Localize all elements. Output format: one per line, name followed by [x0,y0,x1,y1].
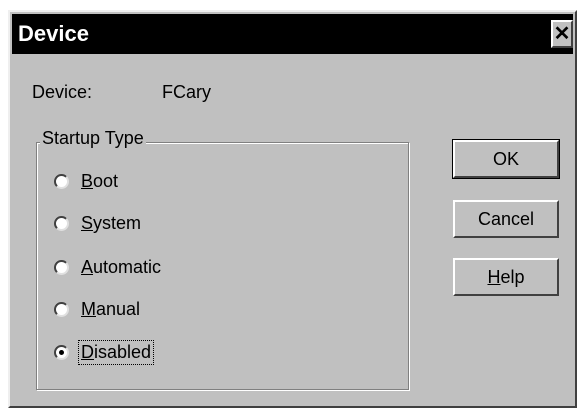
ok-button[interactable]: OK [452,139,560,179]
window-title: Device [18,21,89,46]
ok-button-label: OK [492,148,519,169]
device-dialog: Device ✕ Device: FCary Startup Type Boot… [8,10,577,408]
radio-label-disabled: Disabled [77,339,155,365]
radio-manual[interactable]: Manual [54,296,142,322]
device-value: FCary [162,82,211,102]
radio-unselected-icon[interactable] [54,173,69,189]
radio-system[interactable]: System [54,210,143,236]
cancel-button-label: Cancel [477,208,535,229]
close-icon: ✕ [553,23,571,45]
cancel-button[interactable]: Cancel [453,200,559,238]
radio-label-boot: Boot [81,170,119,191]
radio-automatic[interactable]: Automatic [54,254,163,280]
help-button-label: Help [487,266,525,287]
device-label: Device: [32,82,93,102]
title-bar[interactable]: Device ✕ [12,14,573,54]
radio-disabled[interactable]: Disabled [54,339,155,365]
close-button[interactable]: ✕ [551,20,573,48]
radio-unselected-icon[interactable] [54,259,69,275]
help-button[interactable]: Help [453,258,559,296]
radio-label-manual: Manual [81,298,141,319]
startup-type-legend: Startup Type [40,128,146,149]
radio-label-system: System [81,212,142,233]
radio-boot[interactable]: Boot [54,168,120,194]
radio-unselected-icon[interactable] [54,301,69,317]
radio-selected-icon[interactable] [54,344,69,360]
radio-label-automatic: Automatic [81,256,162,277]
radio-unselected-icon[interactable] [54,215,69,231]
